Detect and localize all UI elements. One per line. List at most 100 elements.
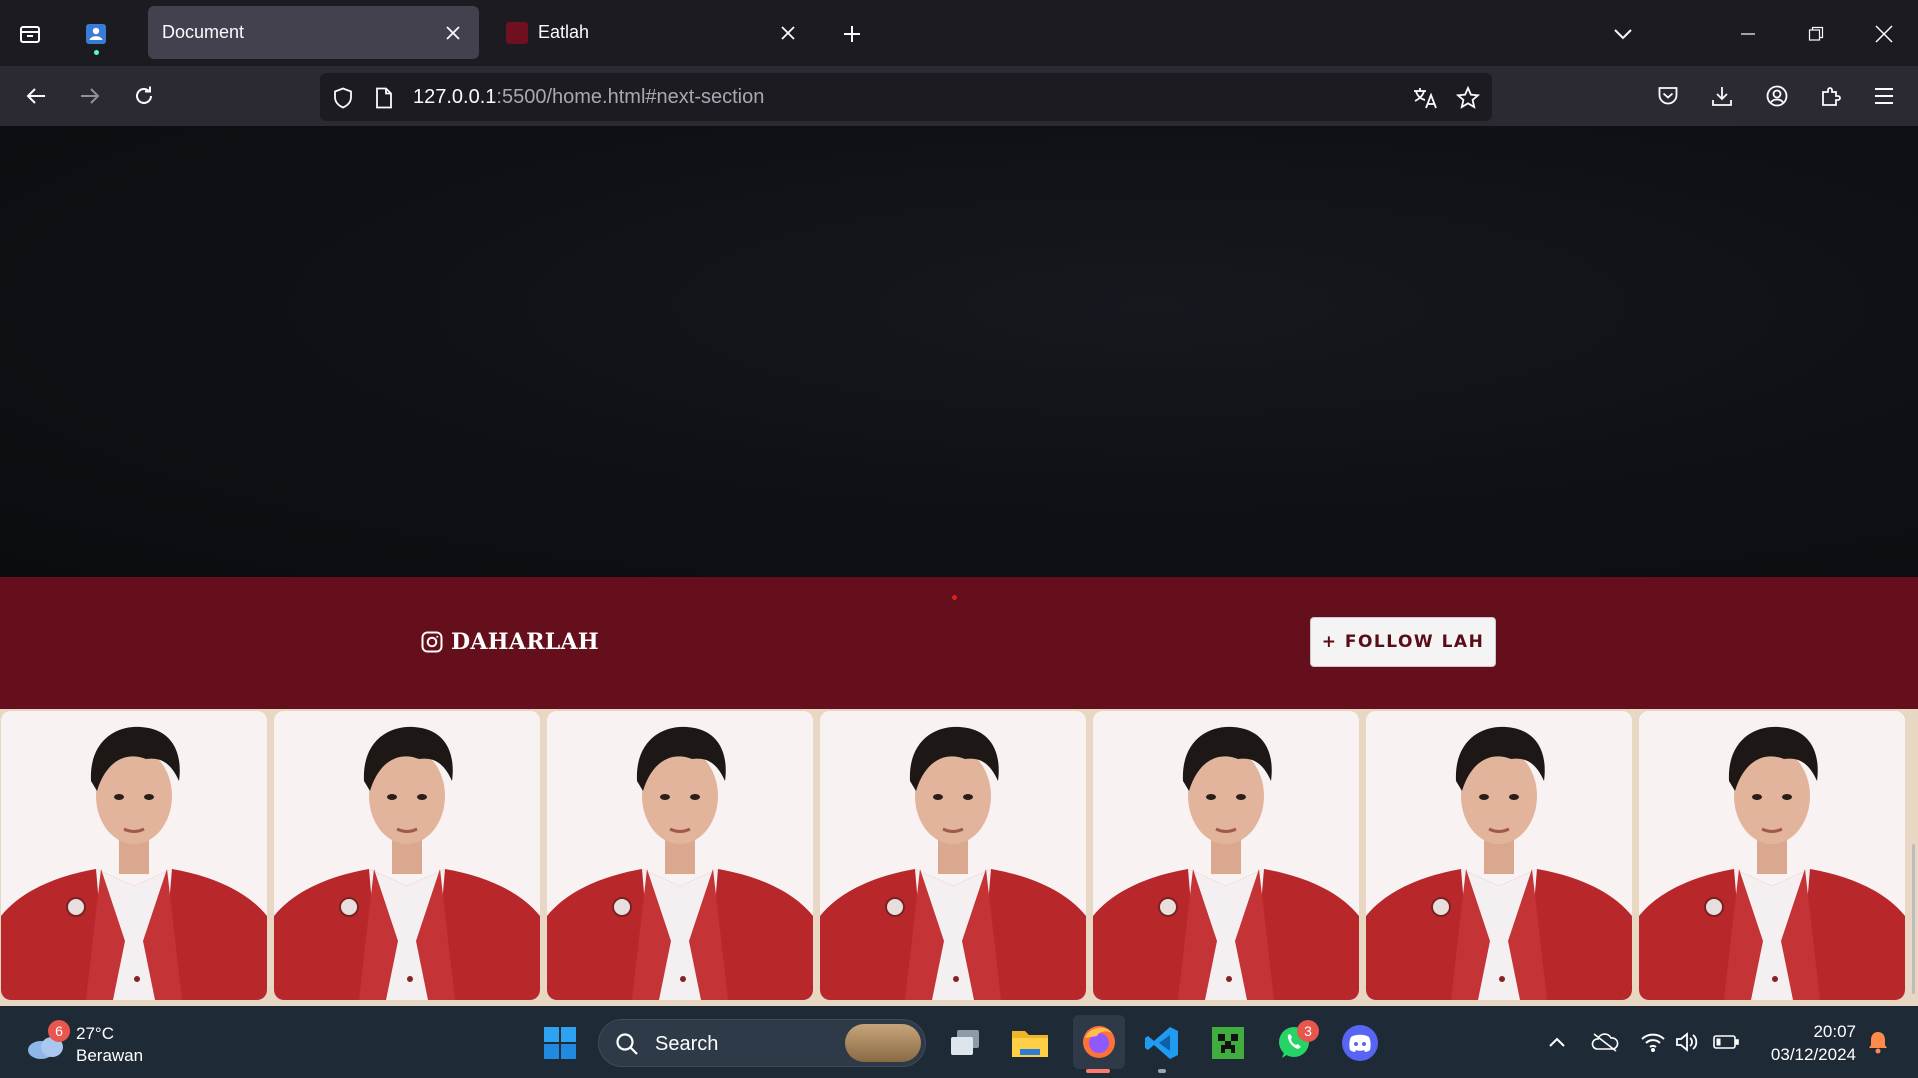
- whatsapp-notification-badge: 3: [1297, 1020, 1319, 1042]
- clock-time: 20:07: [1813, 1022, 1856, 1041]
- minecraft-button[interactable]: [1205, 1020, 1251, 1066]
- tab-bar: Document Eatlah: [0, 0, 1918, 66]
- taskbar-search[interactable]: Search: [598, 1019, 926, 1067]
- translate-icon: [1414, 88, 1437, 109]
- bookmark-button[interactable]: [1455, 85, 1481, 111]
- portrait-illustration: [547, 711, 813, 1000]
- instagram-handle: DAHARLAH: [451, 629, 600, 655]
- close-window-button[interactable]: [1864, 14, 1904, 54]
- minimize-button[interactable]: [1728, 14, 1768, 54]
- battery-button[interactable]: [1710, 1026, 1742, 1058]
- gallery-photo[interactable]: [547, 711, 813, 1000]
- chevron-down-icon: [1614, 29, 1632, 40]
- vscode-icon: [1145, 1027, 1178, 1059]
- url-path: :5500/home.html#next-section: [496, 86, 765, 108]
- speaker-icon: [1676, 1032, 1698, 1052]
- forward-button[interactable]: [70, 76, 110, 116]
- plus-icon: [844, 26, 860, 42]
- gallery-photo[interactable]: [1, 711, 267, 1000]
- task-view-button[interactable]: [942, 1020, 988, 1066]
- start-button[interactable]: [537, 1020, 583, 1066]
- container-person-icon: [86, 24, 106, 44]
- instagram-icon: [421, 631, 443, 653]
- discord-button[interactable]: [1337, 1020, 1383, 1066]
- new-tab-button[interactable]: [834, 16, 870, 52]
- back-button[interactable]: [16, 76, 56, 116]
- bell-icon: [1869, 1032, 1887, 1054]
- folder-icon: [1012, 1031, 1048, 1057]
- tab-eatlah[interactable]: Eatlah: [492, 6, 814, 59]
- extensions-button[interactable]: [1811, 76, 1851, 116]
- reload-icon: [136, 86, 152, 104]
- wifi-icon: [1641, 1033, 1665, 1052]
- weather-temperature: 27°C: [76, 1024, 114, 1043]
- tab-document[interactable]: Document: [148, 6, 479, 59]
- gallery-photo[interactable]: [820, 711, 1086, 1000]
- list-all-tabs-button[interactable]: [1603, 14, 1643, 54]
- minimize-icon: [1741, 33, 1755, 35]
- volume-button[interactable]: [1671, 1026, 1703, 1058]
- app-menu-button[interactable]: [1864, 76, 1904, 116]
- portrait-illustration: [1093, 711, 1359, 1000]
- notifications-button[interactable]: [1862, 1026, 1894, 1058]
- pocket-button[interactable]: [1648, 76, 1688, 116]
- vscode-button[interactable]: [1139, 1020, 1185, 1066]
- firefox-taskbar-button[interactable]: [1073, 1015, 1125, 1069]
- account-icon: [1766, 85, 1788, 107]
- container-tab-button[interactable]: [74, 16, 118, 52]
- portrait-illustration: [820, 711, 1086, 1000]
- instagram-link[interactable]: DAHARLAH: [421, 629, 599, 655]
- tracking-protection-button[interactable]: [330, 85, 356, 111]
- file-explorer-button[interactable]: [1007, 1020, 1053, 1066]
- taskbar: 6 27°C Berawan Search 3 20:07 03/12/2024: [0, 1006, 1918, 1078]
- eatlah-favicon-icon: [506, 21, 528, 44]
- firefox-active-indicator: [1086, 1069, 1110, 1073]
- star-icon: [1456, 86, 1480, 109]
- browser-window: Document Eatlah 127.0.0.1:5500/home.html…: [0, 0, 1918, 1078]
- weather-description: Berawan: [76, 1046, 144, 1065]
- arrow-right-icon: [81, 88, 100, 104]
- tab-title: Document: [162, 22, 245, 42]
- arrow-left-icon: [26, 88, 45, 104]
- weather-notification-badge: 6: [48, 1020, 70, 1042]
- gallery-photo[interactable]: [1639, 711, 1905, 1000]
- account-button[interactable]: [1757, 76, 1797, 116]
- clock-date: 03/12/2024: [1770, 1045, 1856, 1064]
- portrait-illustration: [1366, 711, 1632, 1000]
- taskbar-clock[interactable]: 20:07 03/12/2024: [1771, 1020, 1856, 1066]
- vscode-open-indicator: [1158, 1069, 1166, 1073]
- hamburger-menu-icon: [1875, 88, 1893, 104]
- gallery-photo[interactable]: [274, 711, 540, 1000]
- url-bar[interactable]: 127.0.0.1:5500/home.html#next-section: [320, 73, 1492, 121]
- network-button[interactable]: [1637, 1026, 1669, 1058]
- tab-close-button[interactable]: [441, 21, 465, 45]
- onedrive-button[interactable]: [1589, 1026, 1621, 1058]
- shield-icon: [334, 87, 352, 109]
- page-scrollbar[interactable]: [1912, 844, 1915, 994]
- page-info-button[interactable]: [371, 85, 397, 111]
- cloud-offline-icon: [1591, 1033, 1619, 1052]
- gallery-photo[interactable]: [1093, 711, 1359, 1000]
- pocket-icon: [1658, 87, 1678, 105]
- show-hidden-icons-button[interactable]: [1541, 1026, 1573, 1058]
- tab-title: Eatlah: [538, 22, 590, 42]
- translate-button[interactable]: [1412, 85, 1438, 111]
- portrait-illustration: [274, 711, 540, 1000]
- battery-icon: [1713, 1035, 1739, 1049]
- close-icon: [781, 25, 795, 40]
- restore-button[interactable]: [1796, 14, 1836, 54]
- hero-section: [0, 126, 1918, 577]
- url-text[interactable]: 127.0.0.1:5500/home.html#next-section: [413, 86, 764, 109]
- gallery-photo[interactable]: [1366, 711, 1632, 1000]
- tab-close-button[interactable]: [776, 21, 800, 45]
- chevron-up-icon: [1549, 1037, 1565, 1047]
- weather-widget[interactable]: 6 27°C Berawan: [26, 1020, 176, 1066]
- download-icon: [1712, 87, 1732, 106]
- downloads-button[interactable]: [1702, 76, 1742, 116]
- follow-button[interactable]: + FOLLOW LAH: [1310, 617, 1496, 667]
- firefox-view-button[interactable]: [12, 16, 48, 52]
- windows-logo-icon: [544, 1027, 576, 1059]
- restore-icon: [1808, 26, 1824, 41]
- page-viewport: DAHARLAH + FOLLOW LAH: [0, 126, 1918, 1006]
- reload-button[interactable]: [124, 76, 164, 116]
